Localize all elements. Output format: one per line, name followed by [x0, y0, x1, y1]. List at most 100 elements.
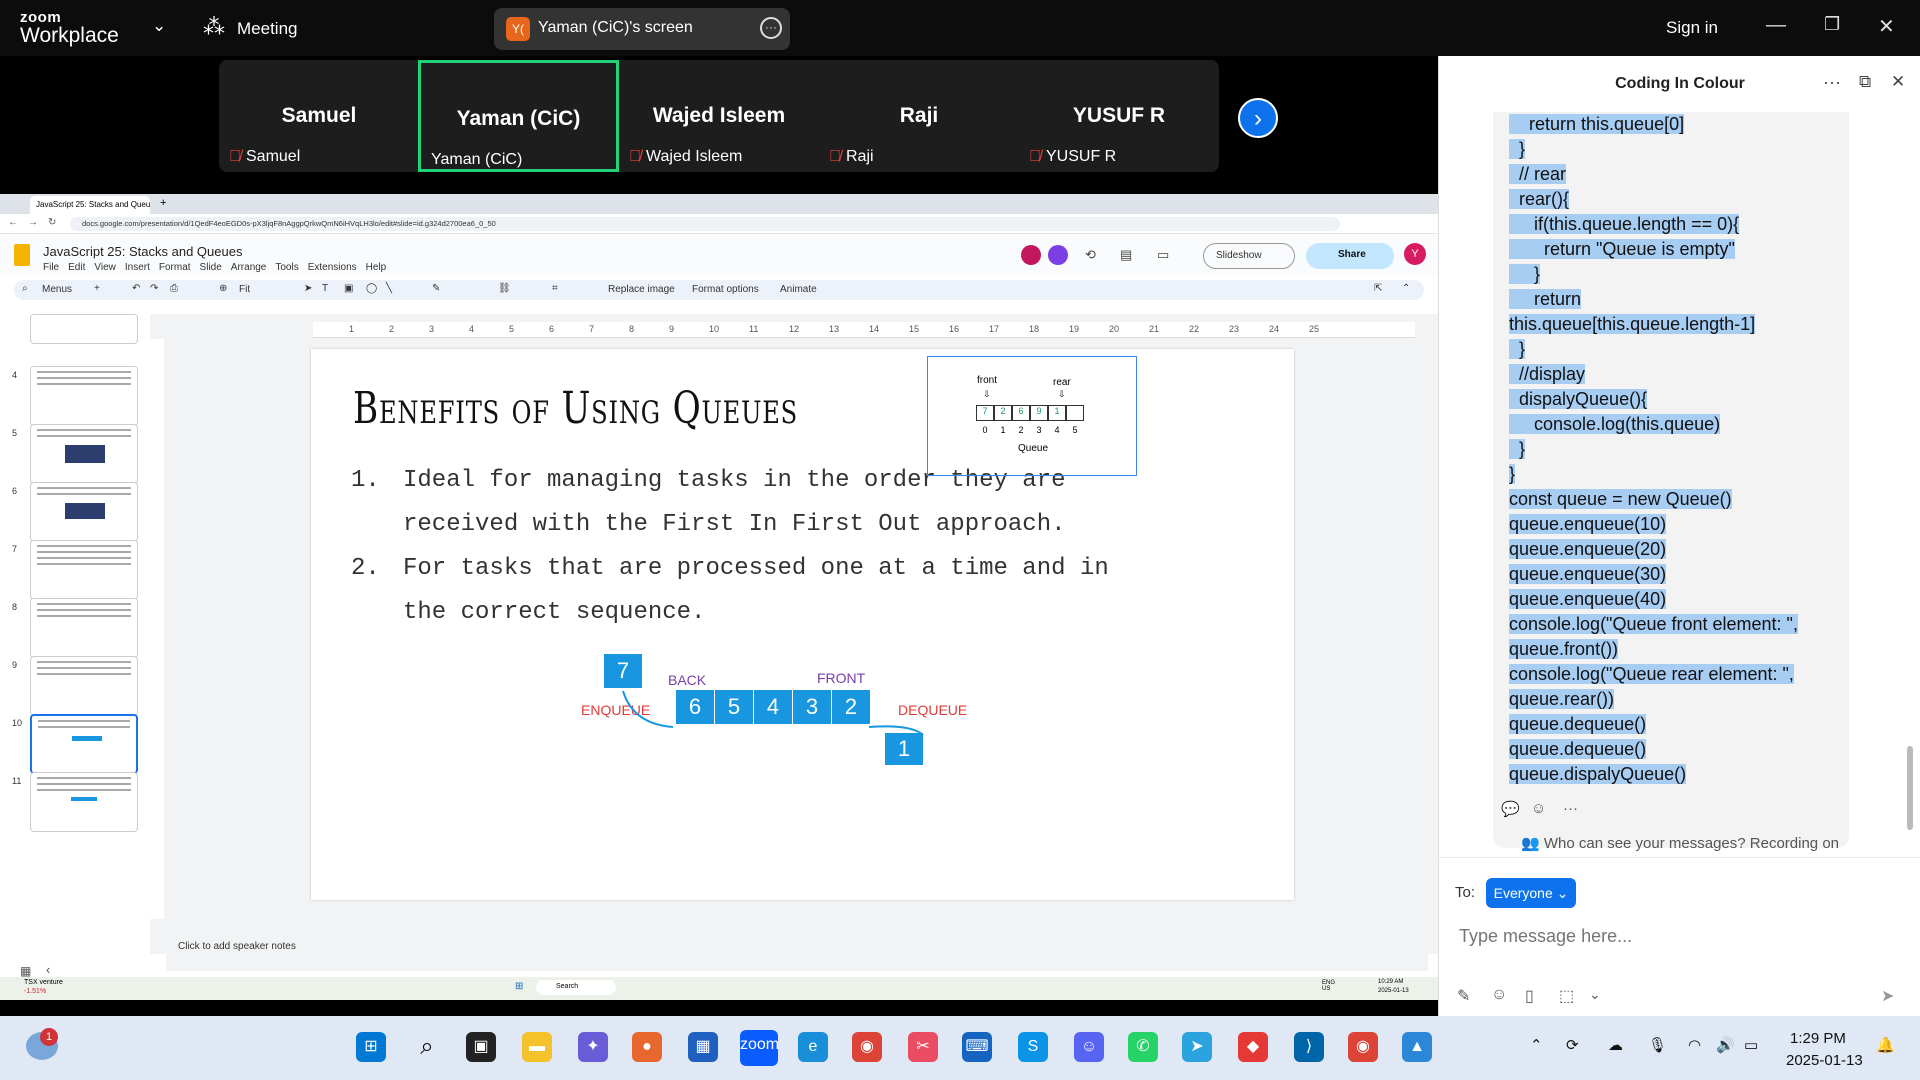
sync-icon[interactable]: ⟳ [1566, 1036, 1579, 1054]
slide-thumbnail[interactable] [30, 772, 138, 832]
speaker-notes[interactable]: Click to add speaker notes [166, 931, 1428, 971]
participant-tile-active[interactable]: Yaman (CiC) Yaman (CiC) [418, 60, 619, 172]
camera-icon[interactable]: ▭ [1157, 247, 1169, 263]
menu-arrange[interactable]: Arrange [231, 262, 267, 273]
slide-thumbnail[interactable] [30, 314, 138, 344]
slide-thumbnail[interactable] [30, 598, 138, 658]
close-chat-icon[interactable]: ✕ [1891, 72, 1905, 92]
grid-view-icon[interactable]: ▦ [20, 964, 31, 978]
menus-search[interactable]: Menus [42, 284, 72, 295]
new-tab-icon[interactable]: + [160, 197, 166, 209]
more-options-icon[interactable]: ··· [760, 17, 782, 39]
collaborator-avatar[interactable] [1021, 245, 1041, 265]
browser-tab[interactable]: JavaScript 25: Stacks and Queu... [30, 196, 150, 214]
cursor-mode-icon[interactable]: ⇱ [1374, 283, 1382, 294]
keyboard-app-icon[interactable]: ⌨ [962, 1032, 992, 1062]
forward-icon[interactable]: → [28, 217, 38, 228]
anydesk-icon[interactable]: ◆ [1238, 1032, 1268, 1062]
text-box-icon[interactable]: T [322, 283, 328, 294]
undo-icon[interactable]: ↶ [132, 283, 140, 294]
menu-edit[interactable]: Edit [68, 262, 85, 273]
shape-icon[interactable]: ◯ [366, 283, 377, 294]
vscode-icon[interactable]: ⟩ [1294, 1032, 1324, 1062]
participant-tile[interactable]: Raji 🎙̸ Raji [819, 60, 1019, 172]
image-icon[interactable]: ▣ [344, 283, 353, 294]
chat-message-code[interactable]: return this.queue[0] } // rear rear(){ i… [1509, 112, 1839, 787]
select-tool-icon[interactable]: ➤ [304, 283, 312, 294]
search-icon[interactable]: ⌕ [412, 1032, 442, 1062]
reload-icon[interactable]: ↻ [48, 217, 56, 228]
collapse-filmstrip-icon[interactable]: ‹ [46, 962, 50, 977]
menu-slide[interactable]: Slide [200, 262, 222, 273]
back-icon[interactable]: ← [8, 217, 18, 228]
replace-image-button[interactable]: Replace image [608, 284, 675, 295]
slide-thumbnail[interactable] [30, 424, 138, 484]
format-options-button[interactable]: Format options [692, 284, 759, 295]
slide-thumbnail[interactable] [30, 482, 138, 542]
telegram-icon[interactable]: ➤ [1182, 1032, 1212, 1062]
battery-icon[interactable]: ▭ [1744, 1036, 1758, 1054]
send-icon[interactable]: ➤ [1881, 986, 1894, 1006]
start-icon[interactable]: ⊞ [356, 1032, 386, 1062]
visibility-notice[interactable]: 👥 Who can see your messages? Recording o… [1439, 828, 1920, 858]
store-icon[interactable]: ▦ [688, 1032, 718, 1062]
menu-view[interactable]: View [94, 262, 116, 273]
slideshow-button[interactable]: Slideshow [1203, 243, 1295, 269]
zoom-app-icon[interactable]: zoom [740, 1030, 779, 1066]
meeting-menu[interactable]: Meeting [237, 19, 297, 39]
slides-logo-icon[interactable] [14, 244, 30, 266]
volume-icon[interactable]: 🔊 [1716, 1036, 1735, 1054]
snipping-tool-icon[interactable]: ✂ [908, 1032, 938, 1062]
menu-format[interactable]: Format [159, 262, 191, 273]
comments-icon[interactable]: ▤ [1120, 247, 1132, 263]
collaborator-avatar[interactable] [1048, 245, 1068, 265]
slide-title[interactable]: Benefits of Using Queues [353, 383, 798, 434]
clock-time[interactable]: 1:29 PM [1790, 1030, 1846, 1047]
emoji-icon[interactable]: ☺ [1491, 986, 1507, 1004]
chat-scrollbar[interactable] [1907, 746, 1913, 830]
pop-out-icon[interactable]: ⧉ [1859, 72, 1871, 92]
task-view-icon[interactable]: ▣ [466, 1032, 496, 1062]
participant-tile[interactable]: YUSUF R 🎙̸ YUSUF R [1019, 60, 1219, 172]
clock-date[interactable]: 2025-01-13 [1786, 1052, 1863, 1069]
line-icon[interactable]: ╲ [386, 283, 392, 294]
photos-icon[interactable]: ▲ [1402, 1032, 1432, 1062]
firefox-icon[interactable]: ● [632, 1032, 662, 1062]
slide-thumbnail[interactable] [30, 540, 138, 600]
new-slide-icon[interactable]: + [94, 283, 100, 294]
slide-thumbnail-selected[interactable] [30, 714, 138, 774]
chrome-icon[interactable]: ◉ [852, 1032, 882, 1062]
format-text-icon[interactable]: ✎ [1457, 986, 1470, 1006]
screen-share-indicator[interactable]: Y( Yaman (CiC)'s screen ··· [494, 8, 790, 50]
chevron-down-icon[interactable]: ⌄ [1589, 986, 1601, 1003]
discord-icon[interactable]: ☺ [1074, 1032, 1104, 1062]
menu-extensions[interactable]: Extensions [308, 262, 357, 273]
tray-chevron-up-icon[interactable]: ⌃ [1530, 1036, 1543, 1054]
link-icon[interactable]: ⛓ [498, 283, 511, 294]
zoom-icon[interactable]: ⊕ [219, 283, 227, 294]
wifi-icon[interactable]: ◠ [1688, 1036, 1701, 1054]
menu-file[interactable]: File [43, 262, 59, 273]
notifications-icon[interactable]: 🔔 [1876, 1036, 1895, 1054]
more-actions-icon[interactable]: ··· [1563, 800, 1578, 817]
slide-thumbnail[interactable] [30, 366, 138, 426]
zoom-select[interactable]: Fit [239, 284, 250, 295]
share-button[interactable]: Share [1306, 243, 1394, 269]
more-icon[interactable]: ··· [1823, 72, 1841, 93]
account-avatar[interactable]: Y [1404, 243, 1426, 265]
screenshot-icon[interactable]: ⬚ [1559, 986, 1574, 1006]
cloud-icon[interactable]: ☁ [1608, 1036, 1623, 1054]
menu-help[interactable]: Help [366, 262, 387, 273]
slide-bullet-list[interactable]: 1. Ideal for managing tasks in the order … [351, 459, 1111, 635]
print-icon[interactable]: ⎙ [170, 283, 178, 294]
slide-thumbnail[interactable] [30, 656, 138, 716]
file-icon[interactable]: ▯ [1525, 986, 1534, 1006]
collapse-icon[interactable]: ⌃ [1402, 283, 1410, 294]
menu-tools[interactable]: Tools [275, 262, 298, 273]
chevron-down-icon[interactable]: ⌄ [152, 16, 166, 36]
slide-canvas[interactable]: Benefits of Using Queues 1. Ideal for man… [311, 349, 1294, 900]
sign-in-button[interactable]: Sign in [1666, 18, 1718, 38]
participant-tile[interactable]: Wajed Isleem 🎙̸ Wajed Isleem [619, 60, 819, 172]
history-icon[interactable]: ⟲ [1085, 247, 1096, 263]
pen-icon[interactable]: ✎ [432, 283, 440, 294]
